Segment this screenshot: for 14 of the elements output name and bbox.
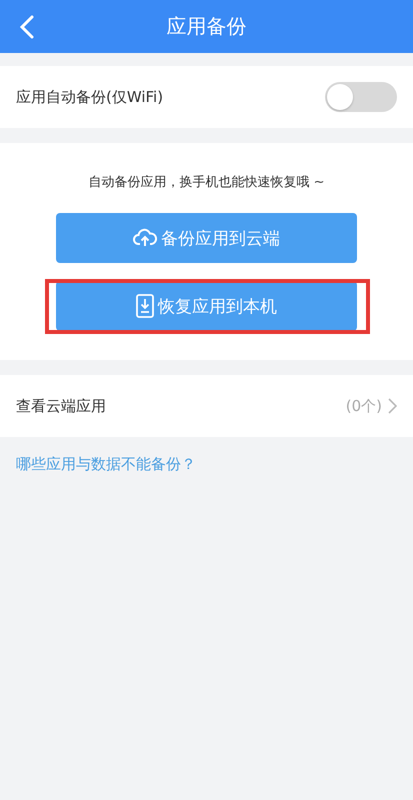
restore-button[interactable]: 恢复应用到本机: [56, 281, 357, 331]
download-icon: [136, 294, 154, 318]
row-label: 查看云端应用: [16, 396, 106, 416]
backup-button[interactable]: 备份应用到云端: [56, 213, 357, 263]
help-link[interactable]: 哪些应用与数据不能备份？: [0, 437, 212, 492]
cloud-apps-row[interactable]: 查看云端应用 (0个): [0, 375, 413, 437]
chevron-right-icon: [388, 398, 397, 414]
back-icon: [20, 15, 34, 39]
hint-text: 自动备份应用，换手机也能快速恢复哦 ~: [88, 174, 325, 191]
app-count: (0个): [346, 396, 382, 416]
toggle-switch[interactable]: [325, 82, 397, 112]
cloud-upload-icon: [133, 228, 157, 248]
setting-label: 应用自动备份(仅WiFi): [16, 88, 164, 106]
page-title: 应用备份: [166, 13, 246, 40]
